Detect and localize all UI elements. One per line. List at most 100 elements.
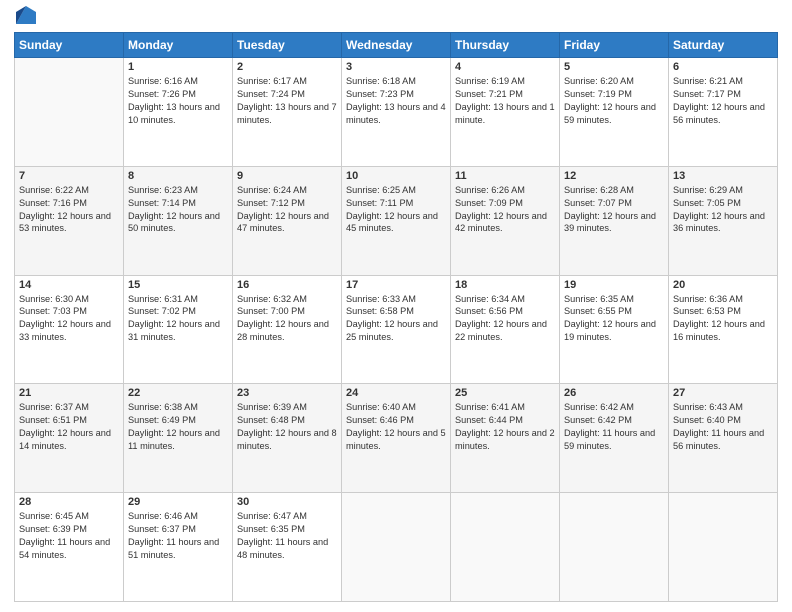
day-number: 27 (673, 387, 773, 399)
calendar-cell: 19 Sunrise: 6:35 AMSunset: 6:55 PMDayligh… (560, 275, 669, 384)
day-number: 26 (564, 387, 664, 399)
day-number: 10 (346, 170, 446, 182)
day-info: Sunrise: 6:18 AMSunset: 7:23 PMDaylight:… (346, 75, 446, 127)
calendar-cell: 29 Sunrise: 6:46 AMSunset: 6:37 PMDayligh… (124, 493, 233, 602)
calendar-cell: 26 Sunrise: 6:42 AMSunset: 6:42 PMDayligh… (560, 384, 669, 493)
weekday-header: Friday (560, 33, 669, 58)
day-number: 23 (237, 387, 337, 399)
calendar-cell: 9Sunrise: 6:24 AMSunset: 7:12 PMDaylight… (233, 166, 342, 275)
page: SundayMondayTuesdayWednesdayThursdayFrid… (0, 0, 792, 612)
weekday-header: Sunday (15, 33, 124, 58)
logo-icon (16, 6, 36, 26)
calendar-cell: 14 Sunrise: 6:30 AMSunset: 7:03 PMDayligh… (15, 275, 124, 384)
weekday-header: Monday (124, 33, 233, 58)
day-info: Sunrise: 6:26 AMSunset: 7:09 PMDaylight:… (455, 184, 555, 236)
calendar-cell: 24Sunrise: 6:40 AMSunset: 6:46 PMDayligh… (342, 384, 451, 493)
calendar-cell (342, 493, 451, 602)
day-info: Sunrise: 6:47 AMSunset: 6:35 PMDaylight:… (237, 510, 337, 562)
weekday-header: Tuesday (233, 33, 342, 58)
calendar-cell: 3 Sunrise: 6:18 AMSunset: 7:23 PMDaylight… (342, 58, 451, 167)
day-info: Sunrise: 6:20 AMSunset: 7:19 PMDaylight:… (564, 75, 664, 127)
day-info: Sunrise: 6:41 AMSunset: 6:44 PMDaylight:… (455, 401, 555, 453)
day-info: Sunrise: 6:25 AMSunset: 7:11 PMDaylight:… (346, 184, 446, 236)
day-info: Sunrise: 6:28 AMSunset: 7:07 PMDaylight:… (564, 184, 664, 236)
day-number: 29 (128, 496, 228, 508)
day-number: 18 (455, 279, 555, 291)
day-number: 5 (564, 61, 664, 73)
calendar-cell (451, 493, 560, 602)
day-info: Sunrise: 6:33 AMSunset: 6:58 PMDaylight:… (346, 293, 446, 345)
day-number: 11 (455, 170, 555, 182)
calendar-cell: 16Sunrise: 6:32 AMSunset: 7:00 PMDayligh… (233, 275, 342, 384)
day-number: 13 (673, 170, 773, 182)
day-number: 6 (673, 61, 773, 73)
weekday-header: Thursday (451, 33, 560, 58)
day-number: 22 (128, 387, 228, 399)
day-number: 28 (19, 496, 119, 508)
calendar-cell: 21 Sunrise: 6:37 AMSunset: 6:51 PMDayligh… (15, 384, 124, 493)
header (14, 10, 778, 26)
day-info: Sunrise: 6:38 AMSunset: 6:49 PMDaylight:… (128, 401, 228, 453)
calendar-cell (669, 493, 778, 602)
day-info: Sunrise: 6:22 AMSunset: 7:16 PMDaylight:… (19, 184, 119, 236)
day-info: Sunrise: 6:35 AMSunset: 6:55 PMDaylight:… (564, 293, 664, 345)
day-number: 1 (128, 61, 228, 73)
calendar-cell: 27 Sunrise: 6:43 AMSunset: 6:40 PMDayligh… (669, 384, 778, 493)
day-info: Sunrise: 6:31 AMSunset: 7:02 PMDaylight:… (128, 293, 228, 345)
day-info: Sunrise: 6:34 AMSunset: 6:56 PMDaylight:… (455, 293, 555, 345)
calendar-cell: 1Sunrise: 6:16 AMSunset: 7:26 PMDaylight… (124, 58, 233, 167)
calendar-cell: 7 Sunrise: 6:22 AMSunset: 7:16 PMDaylight… (15, 166, 124, 275)
day-info: Sunrise: 6:36 AMSunset: 6:53 PMDaylight:… (673, 293, 773, 345)
day-info: Sunrise: 6:29 AMSunset: 7:05 PMDaylight:… (673, 184, 773, 236)
day-number: 15 (128, 279, 228, 291)
calendar-header-row: SundayMondayTuesdayWednesdayThursdayFrid… (15, 33, 778, 58)
day-number: 30 (237, 496, 337, 508)
calendar-cell (560, 493, 669, 602)
weekday-header: Wednesday (342, 33, 451, 58)
day-info: Sunrise: 6:24 AMSunset: 7:12 PMDaylight:… (237, 184, 337, 236)
calendar-cell: 20 Sunrise: 6:36 AMSunset: 6:53 PMDayligh… (669, 275, 778, 384)
day-number: 20 (673, 279, 773, 291)
calendar-cell: 5 Sunrise: 6:20 AMSunset: 7:19 PMDaylight… (560, 58, 669, 167)
calendar-cell: 10 Sunrise: 6:25 AMSunset: 7:11 PMDayligh… (342, 166, 451, 275)
calendar-table: SundayMondayTuesdayWednesdayThursdayFrid… (14, 32, 778, 602)
calendar-cell: 22 Sunrise: 6:38 AMSunset: 6:49 PMDayligh… (124, 384, 233, 493)
day-number: 4 (455, 61, 555, 73)
day-number: 19 (564, 279, 664, 291)
day-number: 21 (19, 387, 119, 399)
logo (14, 14, 36, 26)
calendar-cell: 28 Sunrise: 6:45 AMSunset: 6:39 PMDayligh… (15, 493, 124, 602)
day-info: Sunrise: 6:37 AMSunset: 6:51 PMDaylight:… (19, 401, 119, 453)
calendar-cell: 6 Sunrise: 6:21 AMSunset: 7:17 PMDaylight… (669, 58, 778, 167)
day-info: Sunrise: 6:46 AMSunset: 6:37 PMDaylight:… (128, 510, 228, 562)
calendar-cell: 13 Sunrise: 6:29 AMSunset: 7:05 PMDayligh… (669, 166, 778, 275)
day-info: Sunrise: 6:45 AMSunset: 6:39 PMDaylight:… (19, 510, 119, 562)
calendar-cell: 17 Sunrise: 6:33 AMSunset: 6:58 PMDayligh… (342, 275, 451, 384)
day-number: 3 (346, 61, 446, 73)
day-info: Sunrise: 6:17 AMSunset: 7:24 PMDaylight:… (237, 75, 337, 127)
day-info: Sunrise: 6:43 AMSunset: 6:40 PMDaylight:… (673, 401, 773, 453)
day-number: 12 (564, 170, 664, 182)
calendar-cell: 23 Sunrise: 6:39 AMSunset: 6:48 PMDayligh… (233, 384, 342, 493)
day-info: Sunrise: 6:42 AMSunset: 6:42 PMDaylight:… (564, 401, 664, 453)
day-info: Sunrise: 6:19 AMSunset: 7:21 PMDaylight:… (455, 75, 555, 127)
calendar-cell: 15 Sunrise: 6:31 AMSunset: 7:02 PMDayligh… (124, 275, 233, 384)
calendar-cell: 12 Sunrise: 6:28 AMSunset: 7:07 PMDayligh… (560, 166, 669, 275)
weekday-header: Saturday (669, 33, 778, 58)
day-number: 8 (128, 170, 228, 182)
day-number: 7 (19, 170, 119, 182)
day-info: Sunrise: 6:30 AMSunset: 7:03 PMDaylight:… (19, 293, 119, 345)
calendar-cell: 8 Sunrise: 6:23 AMSunset: 7:14 PMDaylight… (124, 166, 233, 275)
day-number: 16 (237, 279, 337, 291)
calendar-cell: 25 Sunrise: 6:41 AMSunset: 6:44 PMDayligh… (451, 384, 560, 493)
day-number: 14 (19, 279, 119, 291)
day-number: 17 (346, 279, 446, 291)
day-number: 24 (346, 387, 446, 399)
day-number: 25 (455, 387, 555, 399)
day-info: Sunrise: 6:23 AMSunset: 7:14 PMDaylight:… (128, 184, 228, 236)
calendar-cell: 11 Sunrise: 6:26 AMSunset: 7:09 PMDayligh… (451, 166, 560, 275)
calendar-cell: 30 Sunrise: 6:47 AMSunset: 6:35 PMDayligh… (233, 493, 342, 602)
calendar-cell: 2Sunrise: 6:17 AMSunset: 7:24 PMDaylight… (233, 58, 342, 167)
day-info: Sunrise: 6:21 AMSunset: 7:17 PMDaylight:… (673, 75, 773, 127)
day-info: Sunrise: 6:39 AMSunset: 6:48 PMDaylight:… (237, 401, 337, 453)
